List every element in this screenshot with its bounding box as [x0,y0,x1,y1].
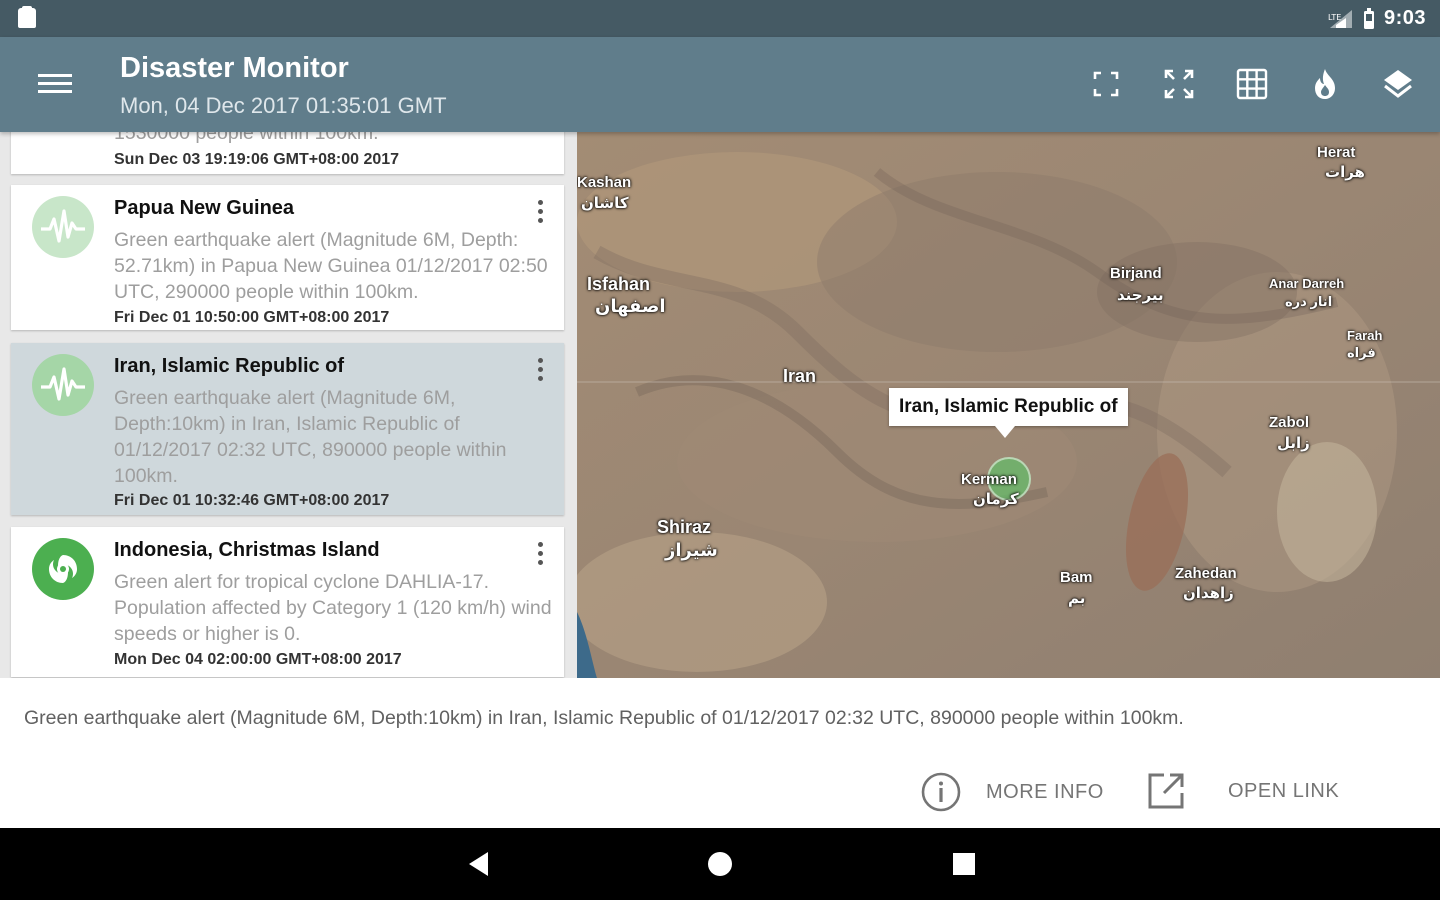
map-label-zabol-fa: زابل [1277,435,1310,452]
svg-text:LTE: LTE [1328,13,1341,22]
clipboard-notification-icon [18,6,36,28]
list-item-description: 1530000 people within 100km. [114,132,379,144]
map-label-farah-fa: فراه [1347,345,1376,360]
fullscreen-exit-icon[interactable] [1086,57,1126,111]
open-link-button[interactable]: OPEN LINK [1146,771,1339,811]
map-label-zahedan-fa: زاهدان [1183,585,1234,602]
open-link-label: OPEN LINK [1228,779,1340,802]
more-options-icon[interactable] [530,355,550,383]
recents-icon[interactable] [951,850,977,878]
app-subtitle-datetime: Mon, 04 Dec 2017 01:35:01 GMT [120,93,447,118]
map-view[interactable]: Kashan کاشان Isfahan اصفهان Iran Birjand… [577,132,1440,678]
status-bar-right: LTE 9:03 [1326,6,1426,31]
map-label-kerman-fa: کرمان [973,491,1019,508]
earthquake-icon [32,354,94,416]
more-info-label: MORE INFO [986,780,1104,803]
fire-icon[interactable] [1305,57,1345,111]
map-info-window[interactable]: Iran, Islamic Republic of [889,388,1128,438]
list-item-date: Sun Dec 03 19:19:06 GMT+08:00 2017 [114,151,400,168]
more-options-icon[interactable] [530,539,550,567]
list-item[interactable]: Indonesia, Christmas Island Green alert … [11,527,564,677]
earthquake-icon [32,196,94,258]
map-label-zabol: Zabol [1269,414,1309,431]
list-item-description: Green earthquake alert (Magnitude 6M, De… [114,229,548,303]
list-item-description: Green alert for tropical cyclone DAHLIA-… [114,571,552,645]
list-item[interactable]: Papua New Guinea Green earthquake alert … [11,185,564,330]
hamburger-menu-icon[interactable] [36,69,74,101]
back-icon[interactable] [466,850,492,878]
map-label-isfahan-fa: اصفهان [595,296,666,316]
info-icon [921,772,961,812]
list-item-title: Indonesia, Christmas Island [114,539,380,561]
alert-list[interactable]: 1530000 people within 100km. Sun Dec 03 … [0,132,577,678]
layers-icon[interactable] [1378,57,1418,111]
fullscreen-icon[interactable] [1159,57,1199,111]
more-options-icon[interactable] [530,197,550,225]
map-label-iran: Iran [783,366,817,386]
cyclone-icon [32,538,94,600]
status-time: 9:03 [1383,7,1426,29]
map-label-bam-fa: بم [1068,590,1086,607]
list-item[interactable]: Iran, Islamic Republic of Green earthqua… [11,343,564,515]
map-label-kashan: Kashan [577,174,632,191]
app-title: Disaster Monitor [120,52,349,84]
map-label-shiraz-fa: شیراز [665,540,718,560]
map-label-isfahan: Isfahan [587,274,651,294]
alert-detail-panel: Green earthquake alert (Magnitude 6M, De… [0,678,1440,828]
alert-detail-text: Green earthquake alert (Magnitude 6M, De… [24,707,1184,729]
system-nav-bar [0,828,1440,900]
grid-icon[interactable] [1232,57,1272,111]
map-label-herat: Herat [1317,144,1356,161]
map-label-farah: Farah [1347,328,1383,343]
map-label-kerman: Kerman [961,471,1017,488]
battery-icon [1363,7,1374,29]
list-item-date: Fri Dec 01 10:32:46 GMT+08:00 2017 [114,492,390,509]
list-item-title: Papua New Guinea [114,197,295,219]
map-label-birjand-fa: بیرجند [1117,287,1164,304]
map-label-anar-darreh-fa: انار دره [1285,294,1333,309]
home-icon[interactable] [707,850,733,878]
more-info-button[interactable]: MORE INFO [920,771,1104,813]
map-label-birjand: Birjand [1110,265,1162,282]
map-label-bam: Bam [1060,569,1093,586]
map-label-kashan-fa: کاشان [581,195,629,212]
toolbar-actions [1086,57,1418,111]
map-label-anar-darreh: Anar Darreh [1269,276,1345,291]
map-label-shiraz: Shiraz [657,517,712,537]
list-item-date: Fri Dec 01 10:50:00 GMT+08:00 2017 [114,309,390,326]
list-item-title: Iran, Islamic Republic of [114,355,345,377]
list-item-description: Green earthquake alert (Magnitude 6M, De… [114,387,507,487]
map-label-zahedan: Zahedan [1175,565,1237,582]
list-item-date: Mon Dec 04 02:00:00 GMT+08:00 2017 [114,651,402,668]
list-item[interactable]: 1530000 people within 100km. Sun Dec 03 … [11,132,564,174]
open-in-new-icon [1148,773,1184,809]
map-label-herat-fa: هرات [1325,164,1365,181]
app-bar: Disaster Monitor Mon, 04 Dec 2017 01:35:… [0,37,1440,132]
signal-icon: LTE [1328,9,1352,28]
status-bar: LTE 9:03 [0,0,1440,37]
